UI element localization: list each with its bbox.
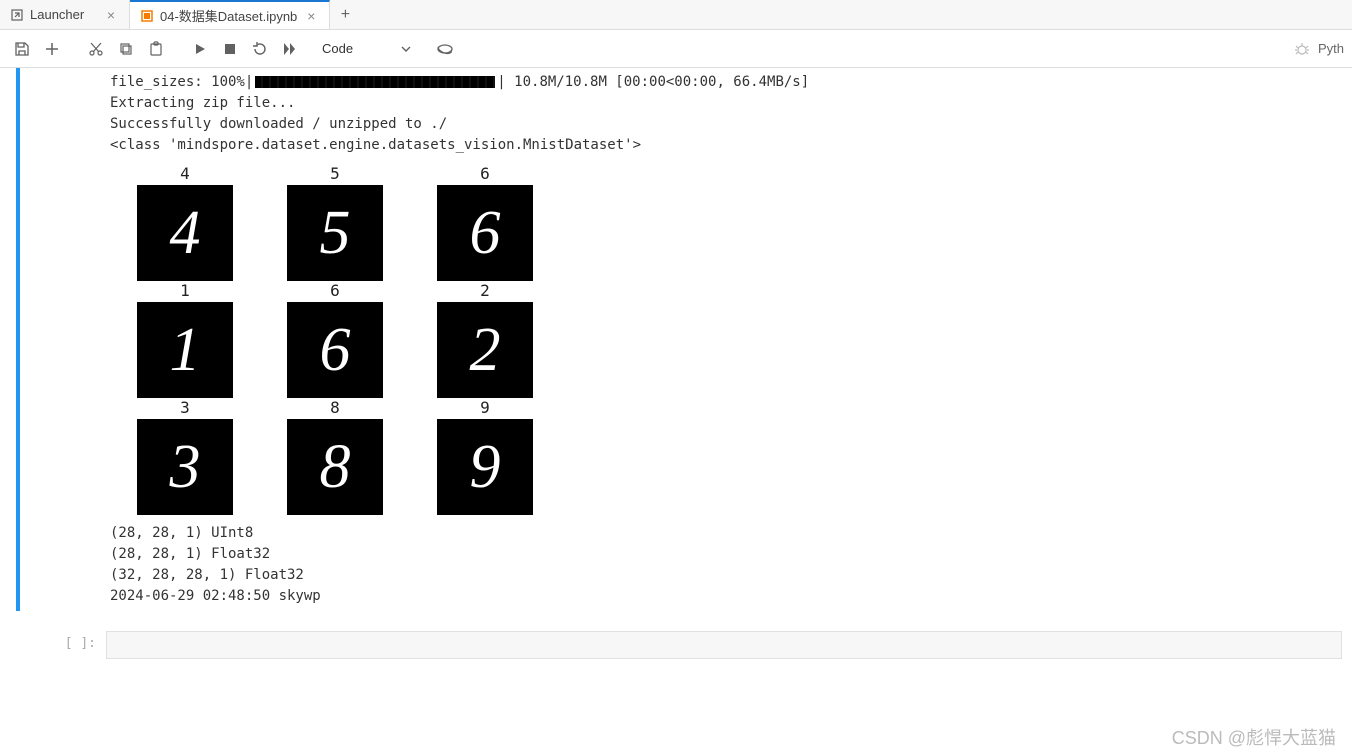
run-button[interactable] <box>186 35 214 63</box>
copy-button[interactable] <box>112 35 140 63</box>
mnist-image: 5 <box>287 185 383 281</box>
mnist-grid: 44 55 66 11 66 22 33 88 99 <box>110 164 1352 515</box>
input-prompt: [ ]: <box>16 631 106 659</box>
mnist-item: 66 <box>410 164 560 281</box>
mnist-image: 2 <box>437 302 533 398</box>
add-cell-button[interactable] <box>38 35 66 63</box>
mnist-image: 4 <box>137 185 233 281</box>
mnist-image: 6 <box>287 302 383 398</box>
mnist-item: 44 <box>110 164 260 281</box>
code-cell[interactable]: [ ]: <box>16 631 1352 659</box>
tab-launcher[interactable]: Launcher × <box>0 0 130 29</box>
close-icon[interactable]: × <box>303 8 319 24</box>
kernel-name[interactable]: Pyth <box>1318 41 1344 56</box>
stop-button[interactable] <box>216 35 244 63</box>
notebook-content: file_sizes: 100%|| 10.8M/10.8M [00:00<00… <box>0 68 1352 756</box>
mnist-image: 1 <box>137 302 233 398</box>
cut-button[interactable] <box>82 35 110 63</box>
tab-notebook[interactable]: 04-数据集Dataset.ipynb × <box>130 0 330 29</box>
mnist-item: 88 <box>260 398 410 515</box>
tab-label: Launcher <box>30 7 97 22</box>
output-text: (28, 28, 1) UInt8 (28, 28, 1) Float32 (3… <box>110 523 1352 607</box>
mnist-image: 9 <box>437 419 533 515</box>
mnist-image: 6 <box>437 185 533 281</box>
external-icon <box>10 8 24 22</box>
mnist-item: 66 <box>260 281 410 398</box>
progress-bar <box>255 76 495 88</box>
bug-icon[interactable] <box>1294 41 1310 57</box>
celltype-select[interactable]: Code <box>314 39 419 58</box>
mnist-image: 8 <box>287 419 383 515</box>
run-all-button[interactable] <box>276 35 304 63</box>
mnist-item: 99 <box>410 398 560 515</box>
mnist-item: 22 <box>410 281 560 398</box>
celltype-label: Code <box>322 41 353 56</box>
tab-label: 04-数据集Dataset.ipynb <box>160 6 297 25</box>
chevron-down-icon <box>401 44 411 54</box>
save-button[interactable] <box>8 35 36 63</box>
paste-button[interactable] <box>142 35 170 63</box>
output-text: file_sizes: 100%|| 10.8M/10.8M [00:00<00… <box>110 72 1352 156</box>
tab-bar: Launcher × 04-数据集Dataset.ipynb × + <box>0 0 1352 30</box>
notebook-icon <box>140 9 154 23</box>
mnist-item: 11 <box>110 281 260 398</box>
add-tab-button[interactable]: + <box>330 0 360 29</box>
toolbar: Code Pyth <box>0 30 1352 68</box>
close-icon[interactable]: × <box>103 7 119 23</box>
variable-inspector-button[interactable] <box>431 35 459 63</box>
mnist-item: 55 <box>260 164 410 281</box>
code-cell-input[interactable] <box>106 631 1342 659</box>
restart-button[interactable] <box>246 35 274 63</box>
cell-output: file_sizes: 100%|| 10.8M/10.8M [00:00<00… <box>16 68 1352 611</box>
mnist-item: 33 <box>110 398 260 515</box>
mnist-image: 3 <box>137 419 233 515</box>
